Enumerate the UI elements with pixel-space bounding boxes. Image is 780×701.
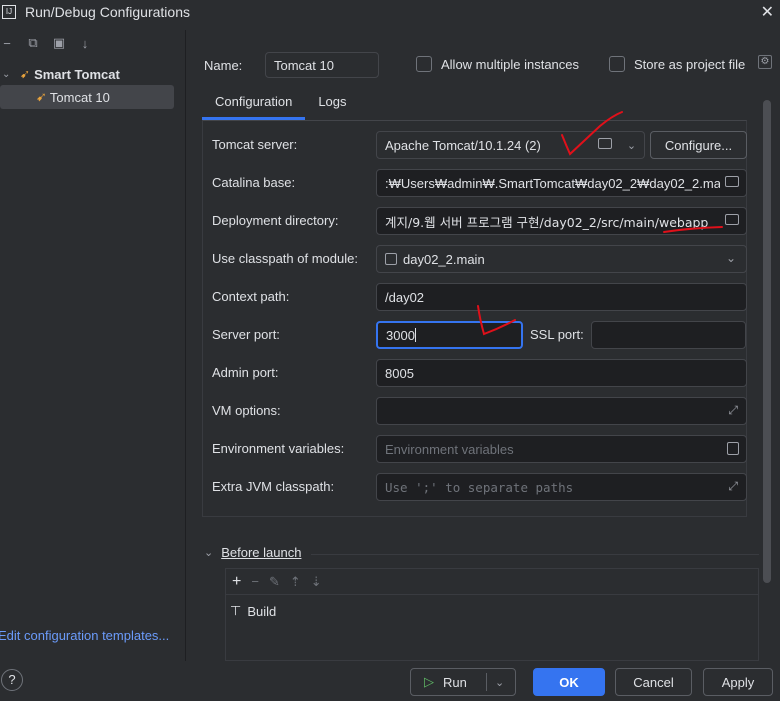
ssl-port-input[interactable] — [591, 321, 746, 349]
extra-jvm-classpath-label: Extra JVM classpath: — [212, 479, 335, 494]
move-up-icon[interactable]: ⇡ — [290, 574, 301, 590]
name-row: Name: Tomcat 10 — [204, 52, 379, 78]
chevron-down-icon[interactable]: ⌄ — [495, 676, 504, 689]
environment-variables-label: Environment variables: — [212, 441, 345, 456]
title-bar: IJ Run/Debug Configurations ✕ — [0, 0, 780, 24]
sort-icon[interactable]: ↓ — [78, 36, 92, 51]
environment-variables-placeholder: Environment variables — [385, 441, 514, 457]
store-project-label: Store as project file — [634, 56, 746, 72]
list-icon[interactable] — [727, 442, 739, 455]
name-input[interactable]: Tomcat 10 — [265, 52, 379, 78]
catalina-base-label: Catalina base: — [212, 175, 296, 190]
tomcat-server-value: Apache Tomcat/10.1.24 (2) — [385, 137, 541, 153]
expand-icon[interactable]: ⤢ — [728, 479, 738, 494]
cancel-button[interactable]: Cancel — [615, 668, 692, 696]
deployment-directory-value: 계지/9.웹 서버 프로그램 구현/day02_2/src/main/webap… — [385, 214, 709, 230]
close-icon[interactable]: ✕ — [761, 2, 774, 22]
vm-options-input[interactable]: ⤢ — [376, 397, 747, 425]
text-cursor — [414, 328, 416, 342]
configuration-editor: Name: Tomcat 10 Allow multiple instances… — [187, 30, 780, 661]
copy-icon[interactable]: ⧉ — [26, 35, 40, 50]
module-icon — [385, 253, 397, 265]
tree-toolbar: − ⧉ ▣ ↓ — [0, 30, 185, 56]
deployment-directory-input[interactable]: 계지/9.웹 서버 프로그램 구현/day02_2/src/main/webap… — [376, 207, 747, 235]
name-label: Name: — [204, 57, 243, 73]
classpath-module-label: Use classpath of module: — [212, 251, 358, 266]
vertical-scrollbar[interactable] — [763, 100, 771, 583]
vm-options-label: VM options: — [212, 403, 281, 418]
divider — [486, 673, 487, 691]
tree-group-label: Smart Tomcat — [34, 66, 120, 82]
tomcat-server-label: Tomcat server: — [212, 137, 298, 152]
server-port-value: 3000 — [386, 327, 415, 343]
help-icon[interactable]: ? — [1, 669, 23, 691]
store-project-checkbox[interactable]: Store as project file — [609, 56, 745, 72]
context-path-input[interactable]: /day02 — [376, 283, 747, 311]
dialog-footer: ? ▷ Run ⌄ OK Cancel Apply — [0, 661, 780, 701]
server-port-label: Server port: — [212, 327, 280, 342]
chevron-down-icon[interactable]: ⌄ — [204, 546, 213, 559]
admin-port-input[interactable]: 8005 — [376, 359, 747, 387]
run-label: Run — [443, 674, 467, 690]
classpath-module-value: day02_2.main — [403, 251, 485, 267]
configure-button[interactable]: Configure... — [650, 131, 747, 159]
before-launch-toolbar: + − ✎ ⇡ ⇣ — [226, 569, 758, 595]
apply-button[interactable]: Apply — [703, 668, 773, 696]
tomcat-icon: ➹ — [20, 67, 31, 81]
expand-icon[interactable]: ⤢ — [728, 403, 738, 418]
tomcat-server-dropdown-button[interactable]: ⌄ — [619, 131, 645, 159]
allow-multiple-label: Allow multiple instances — [441, 56, 580, 72]
allow-multiple-checkbox[interactable]: Allow multiple instances — [416, 56, 579, 72]
tab-configuration[interactable]: Configuration — [202, 90, 306, 120]
tree-item-label: Tomcat 10 — [49, 89, 110, 105]
tab-bar: Configuration Logs — [202, 90, 360, 120]
run-button[interactable]: ▷ Run ⌄ — [410, 668, 516, 696]
catalina-base-value: :₩Users₩admin₩.SmartTomcat₩day02_2₩day02… — [385, 175, 720, 191]
folder-icon[interactable]: ▣ — [52, 35, 66, 50]
configuration-tree-panel: − ⧉ ▣ ↓ ⌄ ➹ Smart Tomcat ➹ Tomcat 10 Edi… — [0, 30, 186, 661]
before-launch-title: Before launch — [221, 545, 302, 560]
window-title: Run/Debug Configurations — [25, 4, 190, 20]
ssl-port-label: SSL port: — [530, 327, 584, 342]
extra-jvm-classpath-placeholder: Use ';' to separate paths — [385, 479, 574, 495]
add-icon[interactable]: + — [232, 573, 241, 591]
edit-templates-link[interactable]: Edit configuration templates... — [0, 628, 169, 643]
chevron-down-icon: ⌄ — [725, 251, 736, 265]
app-icon: IJ — [2, 5, 16, 19]
environment-variables-input[interactable]: Environment variables — [376, 435, 747, 463]
tomcat-server-select[interactable]: Apache Tomcat/10.1.24 (2) — [376, 131, 620, 159]
chevron-down-icon[interactable]: ⌄ — [2, 69, 14, 80]
folder-icon[interactable] — [725, 214, 739, 225]
before-launch-list: + − ✎ ⇡ ⇣ ⊤ Build — [225, 568, 759, 661]
checkbox-box[interactable] — [609, 56, 625, 72]
tomcat-icon: ➹ — [36, 89, 47, 104]
gear-icon[interactable]: ⚙ — [758, 55, 772, 69]
edit-icon[interactable]: ✎ — [269, 574, 280, 590]
minus-icon[interactable]: − — [0, 36, 14, 51]
tree-item-tomcat-10[interactable]: ➹ Tomcat 10 — [0, 85, 174, 109]
divider — [311, 554, 759, 555]
deployment-directory-label: Deployment directory: — [212, 213, 339, 228]
context-path-label: Context path: — [212, 289, 290, 304]
folder-icon[interactable] — [725, 176, 739, 187]
server-port-input[interactable]: 3000 — [376, 321, 523, 349]
checkbox-box[interactable] — [416, 56, 432, 72]
move-down-icon[interactable]: ⇣ — [311, 574, 322, 590]
play-icon: ▷ — [424, 674, 434, 689]
build-icon: ⊤ — [230, 603, 242, 618]
admin-port-label: Admin port: — [212, 365, 279, 380]
chevron-down-icon: ⌄ — [626, 139, 637, 152]
before-launch-item-label: Build — [247, 603, 277, 619]
remove-icon[interactable]: − — [251, 574, 259, 589]
before-launch-header[interactable]: ⌄ Before launch — [204, 545, 301, 560]
ok-button[interactable]: OK — [533, 668, 605, 696]
folder-icon[interactable] — [598, 138, 612, 149]
tree-group-smart-tomcat[interactable]: ⌄ ➹ Smart Tomcat — [0, 62, 186, 86]
classpath-module-select[interactable]: day02_2.main ⌄ — [376, 245, 747, 273]
configuration-form: Tomcat server: Apache Tomcat/10.1.24 (2)… — [202, 120, 747, 517]
tab-logs[interactable]: Logs — [305, 90, 359, 120]
extra-jvm-classpath-input[interactable]: Use ';' to separate paths ⤢ — [376, 473, 747, 501]
catalina-base-input[interactable]: :₩Users₩admin₩.SmartTomcat₩day02_2₩day02… — [376, 169, 747, 197]
before-launch-item-build[interactable]: ⊤ Build — [226, 595, 758, 619]
